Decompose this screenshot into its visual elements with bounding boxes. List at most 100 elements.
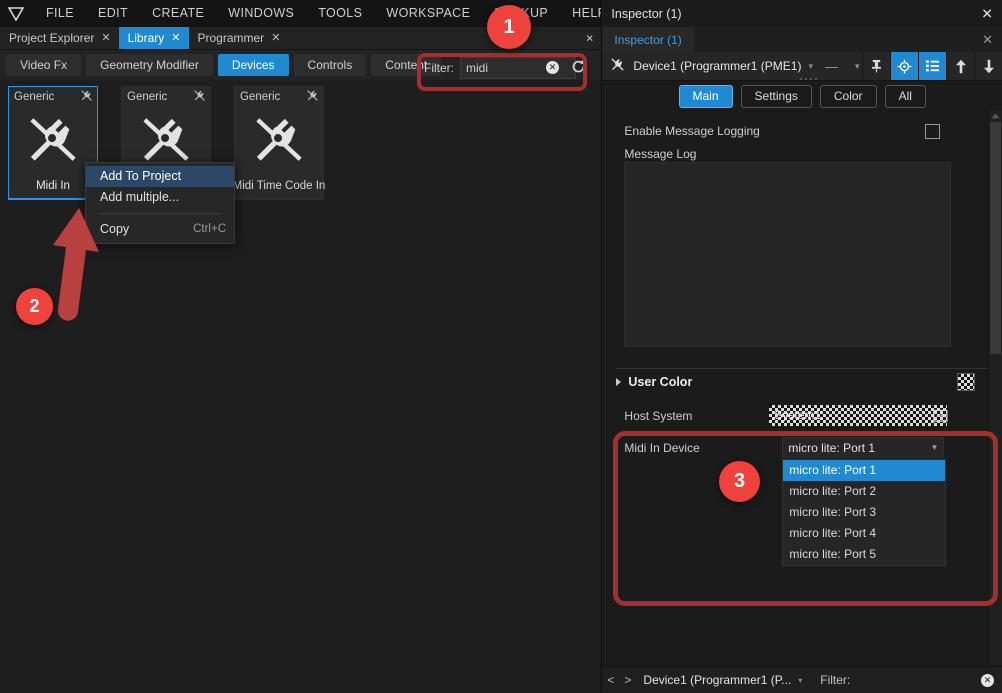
tab-programmer-label: Programmer: [197, 31, 265, 45]
property-label: Midi In Device: [624, 440, 700, 455]
nav-next-button[interactable]: >: [619, 673, 636, 687]
menu-windows[interactable]: WINDOWS: [216, 0, 306, 27]
menu-help[interactable]: HELP: [560, 0, 601, 27]
close-icon[interactable]: ✕: [171, 32, 180, 44]
dropdown-option-port-2[interactable]: micro lite: Port 2: [783, 481, 945, 502]
host-system-value[interactable]: System1: [769, 405, 948, 426]
tab-library-label: Library: [127, 31, 165, 45]
property-message-log: Message Log: [602, 145, 975, 163]
nav-prev-button[interactable]: <: [602, 673, 619, 687]
menu-create[interactable]: CREATE: [140, 0, 216, 27]
property-label: Host System: [624, 408, 693, 423]
inspector-status-bar: < > Device1 (Programmer1 (P... ▾ Filter:…: [602, 666, 1002, 693]
dropdown-option-port-1[interactable]: micro lite: Port 1: [783, 460, 946, 481]
message-log-textarea[interactable]: [624, 162, 952, 347]
menu-file[interactable]: FILE: [34, 0, 86, 27]
context-menu: Add To Project Add multiple... Copy Ctrl…: [85, 162, 235, 244]
arrow-down-icon[interactable]: [974, 52, 1002, 80]
property-host-system: Host System System1: [602, 405, 975, 426]
property-label: Message Log: [624, 147, 697, 161]
menu-item-shortcut: Ctrl+C: [193, 223, 226, 235]
statusbar-clear-icon[interactable]: ✕: [981, 673, 994, 687]
chevron-right-icon[interactable]: [616, 378, 622, 386]
link-icon[interactable]: [933, 409, 948, 423]
inspector-title-label: Inspector (1): [611, 6, 682, 21]
arrow-up-icon[interactable]: [946, 52, 974, 80]
inspector-tab-bar: Inspector (1) ✕: [602, 27, 1002, 52]
card-name: Midi Time Code In: [232, 179, 326, 192]
list-icon[interactable]: [918, 52, 946, 80]
drag-grip[interactable]: [795, 77, 821, 81]
card-header: Generic: [9, 87, 97, 106]
chevron-down-icon[interactable]: ▾: [855, 61, 860, 72]
menu-tools[interactable]: TOOLS: [306, 0, 374, 27]
midi-in-device-combobox[interactable]: micro lite: Port 1 ▼: [782, 437, 945, 458]
tab-inspector[interactable]: Inspector (1): [602, 27, 694, 52]
inspector-view-tabs: Main Settings Color All: [602, 81, 1002, 111]
device-selector-label[interactable]: Device1 (Programmer1 (PME1): [633, 59, 801, 73]
inspector-pane: Inspector (1) ✕ Inspector (1) ✕ Device1 …: [601, 0, 1002, 693]
card-thumbnail: [235, 106, 323, 174]
close-icon[interactable]: ✕: [981, 5, 993, 22]
card-name: Midi In: [36, 179, 70, 192]
refresh-icon[interactable]: [570, 58, 587, 75]
pin-icon[interactable]: [862, 52, 890, 80]
scroll-up-icon[interactable]: [989, 110, 1002, 122]
app-logo-icon: [8, 6, 24, 21]
filter-clear-icon[interactable]: ✕: [546, 61, 559, 74]
target-icon[interactable]: [890, 52, 918, 80]
tab-project-explorer-label: Project Explorer: [9, 31, 95, 45]
library-pane: FILE EDIT CREATE WINDOWS TOOLS WORKSPACE…: [0, 0, 602, 693]
statusbar-filter-label: Filter:: [820, 673, 851, 687]
context-menu-item-add-multiple[interactable]: Add multiple...: [86, 187, 234, 208]
plug-icon: [193, 89, 206, 105]
menu-item-label: Add To Project: [100, 169, 182, 183]
tab-video-fx[interactable]: Video Fx: [6, 54, 82, 76]
menu-separator: [99, 213, 221, 214]
dropdown-option-port-3[interactable]: micro lite: Port 3: [783, 502, 945, 523]
inspector-vertical-scrollbar[interactable]: [988, 110, 1002, 665]
tab-devices[interactable]: Devices: [217, 54, 289, 76]
close-icon[interactable]: ✕: [271, 32, 280, 44]
statusbar-device-label[interactable]: Device1 (Programmer1 (P...: [643, 673, 791, 687]
plug-icon: [610, 57, 625, 75]
tab-settings[interactable]: Settings: [740, 84, 812, 108]
chevron-down-icon[interactable]: ▼: [930, 443, 938, 452]
dock-close-icon[interactable]: ×: [586, 31, 594, 46]
context-menu-item-add-to-project[interactable]: Add To Project: [86, 166, 234, 187]
tab-programmer[interactable]: Programmer ✕: [189, 27, 289, 49]
close-icon[interactable]: ✕: [101, 32, 110, 44]
scrollbar-thumb[interactable]: [990, 122, 1001, 354]
tab-all[interactable]: All: [884, 84, 926, 108]
midi-in-device-dropdown: micro lite: Port 1 micro lite: Port 2 mi…: [782, 459, 947, 566]
dropdown-option-port-4[interactable]: micro lite: Port 4: [783, 523, 945, 544]
tab-controls[interactable]: Controls: [293, 54, 367, 76]
plug-icon: [80, 89, 93, 105]
section-label: User Color: [628, 375, 693, 389]
chevron-down-icon[interactable]: ▾: [798, 676, 802, 685]
application-window: FILE EDIT CREATE WINDOWS TOOLS WORKSPACE…: [0, 0, 1002, 693]
enable-message-logging-checkbox[interactable]: [925, 123, 940, 139]
annotation-badge-3: 3: [719, 461, 760, 502]
dropdown-option-port-5[interactable]: micro lite: Port 5: [783, 544, 945, 565]
tab-library[interactable]: Library ✕: [118, 27, 189, 49]
annotation-badge-1: 1: [487, 5, 531, 49]
tab-color[interactable]: Color: [819, 84, 877, 108]
context-menu-item-copy[interactable]: Copy Ctrl+C: [86, 219, 234, 240]
section-user-color[interactable]: User Color: [602, 373, 1002, 391]
tab-main[interactable]: Main: [678, 84, 733, 108]
inspector-window-title: Inspector (1) ✕: [602, 0, 1002, 27]
library-card-midi-time-code-in[interactable]: Generic Midi Time Code In: [232, 86, 326, 200]
card-header: Generic: [235, 87, 323, 106]
tab-geometry-modifier[interactable]: Geometry Modifier: [86, 54, 213, 76]
property-label: Enable Message Logging: [624, 124, 760, 138]
tab-project-explorer[interactable]: Project Explorer ✕: [0, 27, 119, 49]
tab-close-icon[interactable]: ✕: [982, 32, 993, 48]
menu-workspace[interactable]: WORKSPACE: [374, 0, 482, 27]
filter-label: Filter:: [424, 61, 454, 75]
menu-edit[interactable]: EDIT: [86, 0, 140, 27]
user-color-swatch[interactable]: [957, 373, 975, 391]
divider: [616, 368, 992, 369]
menu-item-label: Copy: [100, 222, 130, 236]
preset-selector-label[interactable]: —: [813, 59, 848, 74]
